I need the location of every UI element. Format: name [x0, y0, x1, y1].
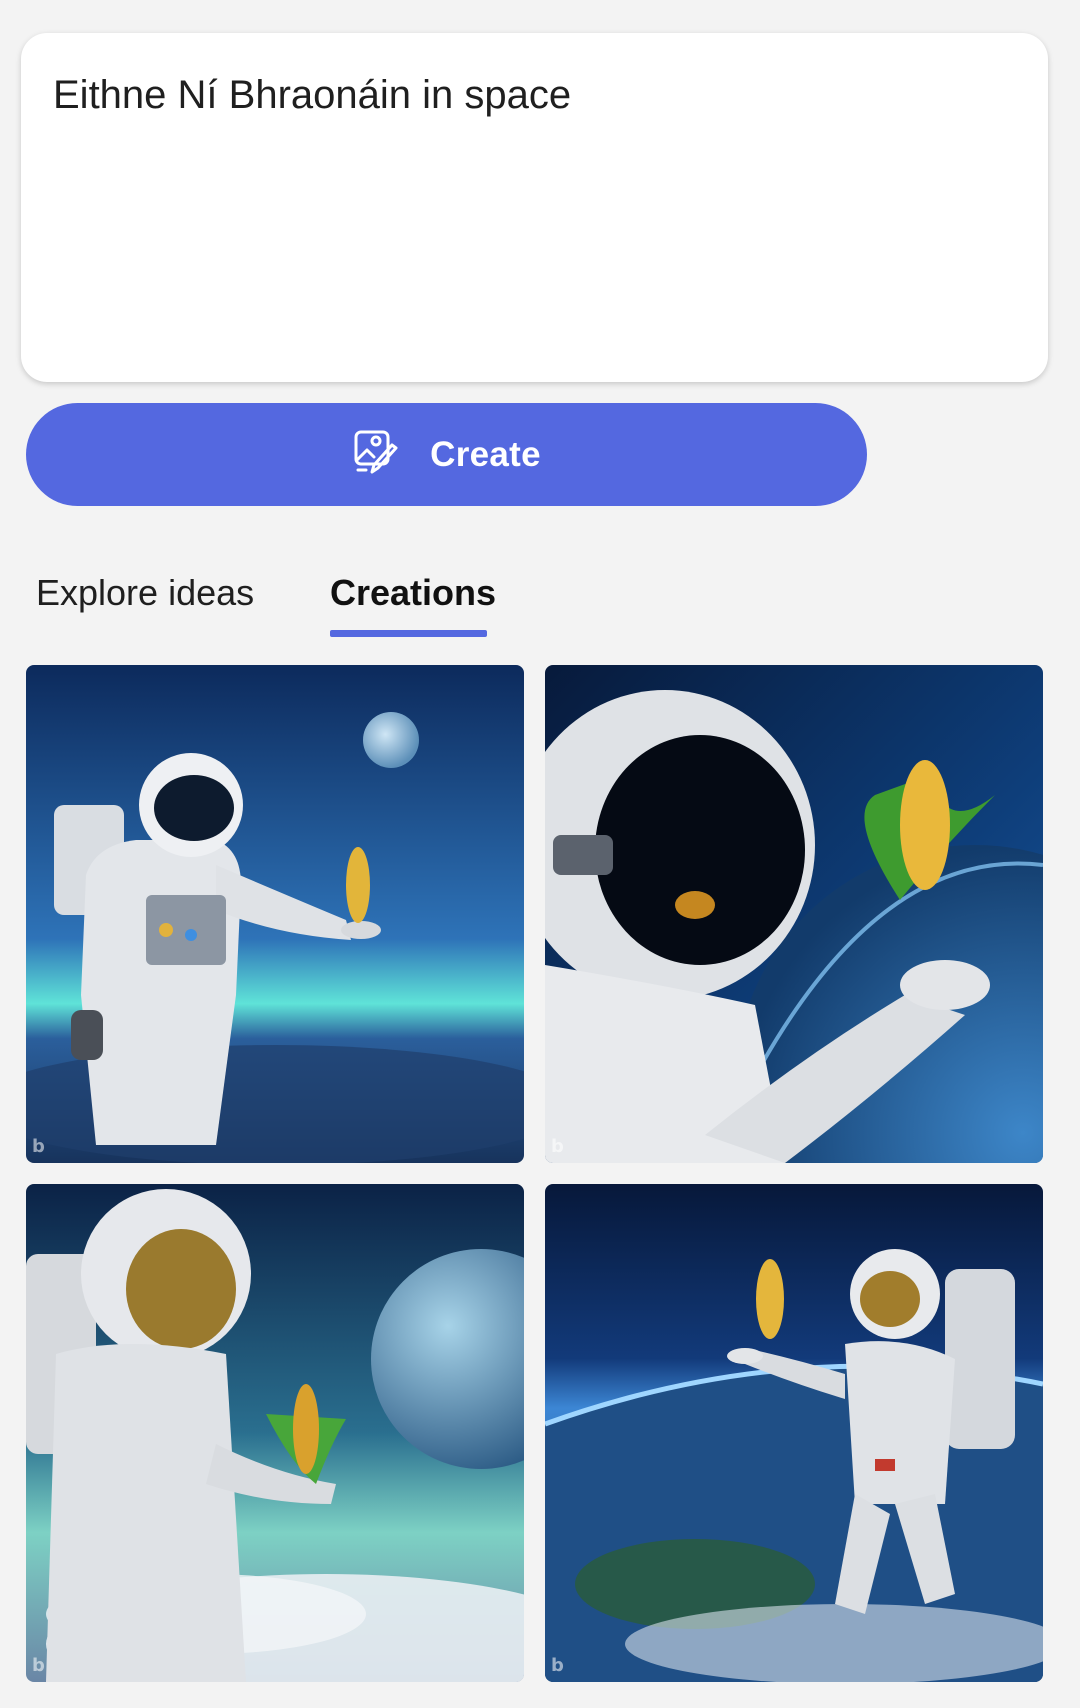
create-button-label: Create: [430, 434, 541, 474]
bing-logo-icon: b: [551, 1136, 564, 1157]
image-create-icon: [352, 426, 404, 483]
tab-bar: Explore ideas Creations: [0, 560, 1080, 640]
generated-image-4[interactable]: b: [545, 1184, 1043, 1682]
tab-selected-indicator: [330, 630, 487, 637]
generated-image-2[interactable]: b: [545, 665, 1043, 1163]
bing-logo-icon: b: [551, 1655, 564, 1676]
creations-grid: b b b b: [26, 665, 1043, 1682]
bing-logo-icon: b: [32, 1655, 45, 1676]
prompt-text[interactable]: Eithne Ní Bhraonáin in space: [53, 71, 1016, 119]
create-button[interactable]: Create: [26, 403, 867, 506]
generated-image-3[interactable]: b: [26, 1184, 524, 1682]
generated-image-1[interactable]: b: [26, 665, 524, 1163]
tab-explore-ideas[interactable]: Explore ideas: [36, 572, 254, 614]
tab-creations[interactable]: Creations: [330, 572, 496, 614]
bing-logo-icon: b: [32, 1136, 45, 1157]
prompt-input-card[interactable]: Eithne Ní Bhraonáin in space: [21, 33, 1048, 382]
